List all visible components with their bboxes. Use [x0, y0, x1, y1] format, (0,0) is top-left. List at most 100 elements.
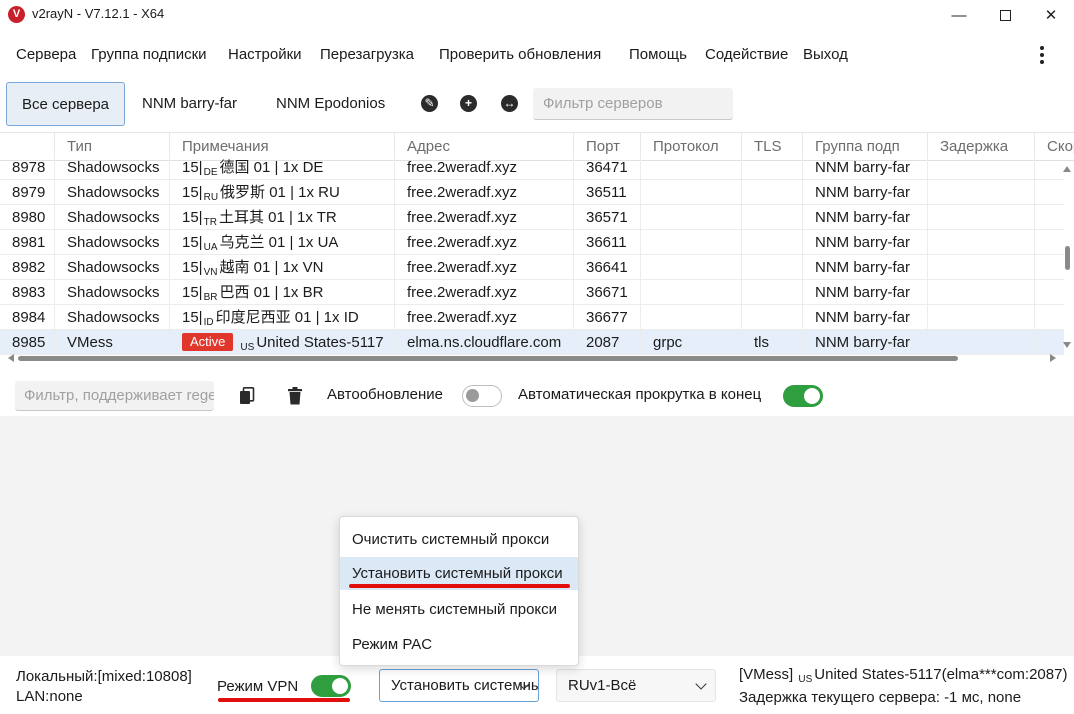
auto-refresh-label: Автообновление: [327, 386, 443, 403]
row-remarks: 15|UA 乌克兰 01 | 1x UA: [169, 230, 394, 255]
table-row[interactable]: 8984 Shadowsocks 15|ID 印度尼西亚 01 | 1x ID free…: [0, 305, 1064, 330]
scroll-down-icon[interactable]: [1063, 342, 1071, 348]
row-group: NNM barry-far: [802, 230, 927, 255]
tab-nnm-epodonios[interactable]: NNM Epodonios: [276, 82, 385, 126]
row-latency: [927, 305, 1034, 330]
table-row-selected[interactable]: 8985 VMess Active US United States-5117 el…: [0, 330, 1064, 355]
menu-donate[interactable]: Содействие: [705, 46, 788, 63]
system-proxy-select-value: Установить системный прокси: [391, 677, 538, 694]
country-code: VN: [203, 267, 218, 278]
menu-bar: Сервера Группа подписки Настройки Переза…: [0, 38, 1074, 72]
move-icon[interactable]: ↔: [501, 95, 518, 112]
scroll-up-icon[interactable]: [1063, 166, 1071, 172]
close-button[interactable]: ✕: [1028, 0, 1074, 30]
row-speed: [1034, 180, 1064, 205]
server-filter-input-wrap: [533, 88, 733, 120]
table-row[interactable]: 8982 Shadowsocks 15|VN 越南 01 | 1x VN free.2w…: [0, 255, 1064, 280]
copy-icon[interactable]: [239, 387, 255, 405]
tab-all-servers[interactable]: Все сервера: [6, 82, 125, 126]
row-group: NNM barry-far: [802, 205, 927, 230]
row-speed: [1034, 280, 1064, 305]
country-code: ID: [203, 317, 214, 328]
row-tls: [741, 280, 802, 305]
row-address: free.2weradf.xyz: [394, 305, 573, 330]
scroll-thumb[interactable]: [1065, 246, 1070, 270]
table-row[interactable]: 8983 Shadowsocks 15|BR 巴西 01 | 1x BR free.2w…: [0, 280, 1064, 305]
row-latency: [927, 180, 1034, 205]
annotation-underline-vpn: [218, 698, 350, 702]
vpn-mode-toggle[interactable]: [311, 675, 351, 697]
row-latency: [927, 280, 1034, 305]
menu-servers[interactable]: Сервера: [16, 46, 76, 63]
hscroll-thumb[interactable]: [18, 356, 958, 361]
auto-scroll-label: Автоматическая прокрутка в конец: [518, 386, 762, 403]
maximize-button[interactable]: [982, 0, 1028, 30]
system-proxy-select[interactable]: Установить системный прокси: [379, 669, 539, 702]
row-port: 36511: [573, 180, 640, 205]
row-type: Shadowsocks: [54, 305, 169, 330]
current-latency-status: Задержка текущего сервера: -1 мс, none: [739, 689, 1022, 706]
row-remarks: 15|BR 巴西 01 | 1x BR: [169, 280, 394, 305]
auto-refresh-toggle[interactable]: [462, 385, 502, 407]
add-icon[interactable]: +: [460, 95, 477, 112]
tab-nnm-barry-far[interactable]: NNM barry-far: [142, 82, 237, 126]
row-port: 36471: [573, 155, 640, 180]
menu-reload[interactable]: Перезагрузка: [320, 46, 414, 63]
row-group: NNM barry-far: [802, 305, 927, 330]
menu-item-pac-mode[interactable]: Режим PAC: [340, 628, 578, 661]
row-protocol: [640, 205, 741, 230]
routing-select-value: RUv1-Всё: [568, 677, 637, 694]
row-remarks: 15|VN 越南 01 | 1x VN: [169, 255, 394, 280]
server-list: Тип Примечания Адрес Порт Протокол TLS Г…: [0, 132, 1074, 364]
row-group: NNM barry-far: [802, 280, 927, 305]
row-address: free.2weradf.xyz: [394, 205, 573, 230]
country-code: BR: [203, 292, 218, 303]
table-row[interactable]: 8980 Shadowsocks 15|TR 土耳其 01 | 1x TR free.2…: [0, 205, 1064, 230]
active-badge: Active: [182, 333, 234, 351]
menu-check-updates[interactable]: Проверить обновления: [439, 46, 601, 63]
country-code: UA: [203, 242, 218, 253]
row-index: 8983: [0, 280, 54, 305]
trash-icon[interactable]: [287, 387, 303, 405]
row-index: 8979: [0, 180, 54, 205]
row-speed: [1034, 205, 1064, 230]
vertical-scrollbar[interactable]: [1062, 160, 1072, 350]
row-port: 2087: [573, 330, 640, 355]
log-filter-input[interactable]: [15, 381, 214, 410]
row-type: Shadowsocks: [54, 205, 169, 230]
row-address: free.2weradf.xyz: [394, 255, 573, 280]
minimize-button[interactable]: —: [936, 0, 982, 30]
row-tls: [741, 205, 802, 230]
auto-scroll-toggle[interactable]: [783, 385, 823, 407]
routing-select[interactable]: RUv1-Всё: [556, 669, 716, 702]
table-row[interactable]: 8981 Shadowsocks 15|UA 乌克兰 01 | 1x UA free.2…: [0, 230, 1064, 255]
menu-help[interactable]: Помощь: [629, 46, 687, 63]
row-tls: tls: [741, 330, 802, 355]
scroll-right-icon[interactable]: [1050, 354, 1056, 362]
row-type: Shadowsocks: [54, 280, 169, 305]
row-protocol: [640, 255, 741, 280]
menu-settings[interactable]: Настройки: [228, 46, 302, 63]
table-row[interactable]: 8978 Shadowsocks 15|DE 德国 01 | 1x DE free.2w…: [0, 155, 1064, 180]
scroll-left-icon[interactable]: [8, 354, 14, 362]
country-code: TR: [203, 217, 217, 228]
row-group: NNM barry-far: [802, 180, 927, 205]
annotation-underline-set-proxy: [349, 584, 570, 588]
edit-icon[interactable]: ✎: [421, 95, 438, 112]
menu-subscription-group[interactable]: Группа подписки: [91, 46, 207, 63]
row-speed: [1034, 155, 1064, 180]
row-group: NNM barry-far: [802, 330, 927, 355]
row-tls: [741, 305, 802, 330]
row-index: 8982: [0, 255, 54, 280]
menu-item-keep-proxy[interactable]: Не менять системный прокси: [340, 593, 578, 626]
menu-item-clear-proxy[interactable]: Очистить системный прокси: [340, 523, 578, 556]
horizontal-scrollbar[interactable]: [0, 353, 1064, 363]
row-latency: [927, 205, 1034, 230]
menu-exit[interactable]: Выход: [803, 46, 848, 63]
row-speed: [1034, 305, 1064, 330]
row-port: 36571: [573, 205, 640, 230]
server-filter-input[interactable]: [533, 88, 733, 119]
more-options-icon[interactable]: [1034, 44, 1050, 66]
row-type: VMess: [54, 330, 169, 355]
table-row[interactable]: 8979 Shadowsocks 15|RU 俄罗斯 01 | 1x RU free.2…: [0, 180, 1064, 205]
